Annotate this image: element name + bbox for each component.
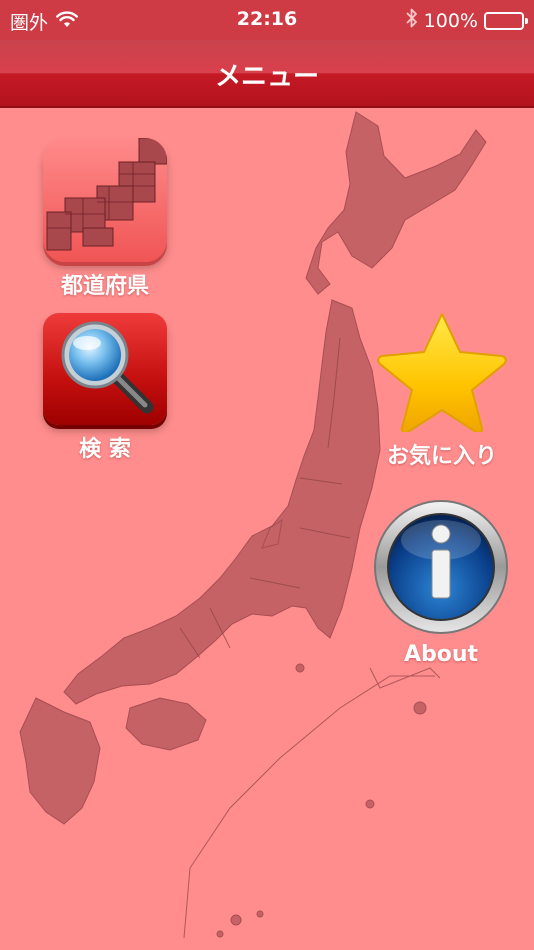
nav-title: メニュー <box>214 62 319 92</box>
favorites-label: お気に入り <box>386 444 497 469</box>
status-right: 100% <box>406 8 528 33</box>
about-button[interactable]: About <box>370 498 512 667</box>
prefectures-button[interactable]: 都道府県 <box>38 138 172 300</box>
status-bar: 圏外 22:16 100% <box>0 0 534 40</box>
battery-percent: 100% <box>423 9 478 32</box>
search-button[interactable]: 検 索 <box>38 313 172 463</box>
bluetooth-icon <box>406 8 418 33</box>
star-icon <box>374 308 510 434</box>
prefectures-label: 都道府県 <box>60 274 149 299</box>
menu-content: 都道府県 検 索 お気に入り About <box>0 108 534 950</box>
magnifier-icon <box>43 313 167 425</box>
info-icon <box>372 498 510 636</box>
about-label: About <box>403 642 479 667</box>
japan-map-icon <box>43 138 167 262</box>
nav-bar: メニュー <box>0 40 534 108</box>
favorites-button[interactable]: お気に入り <box>372 308 512 470</box>
battery-icon <box>484 11 528 30</box>
search-label: 検 索 <box>79 437 131 462</box>
